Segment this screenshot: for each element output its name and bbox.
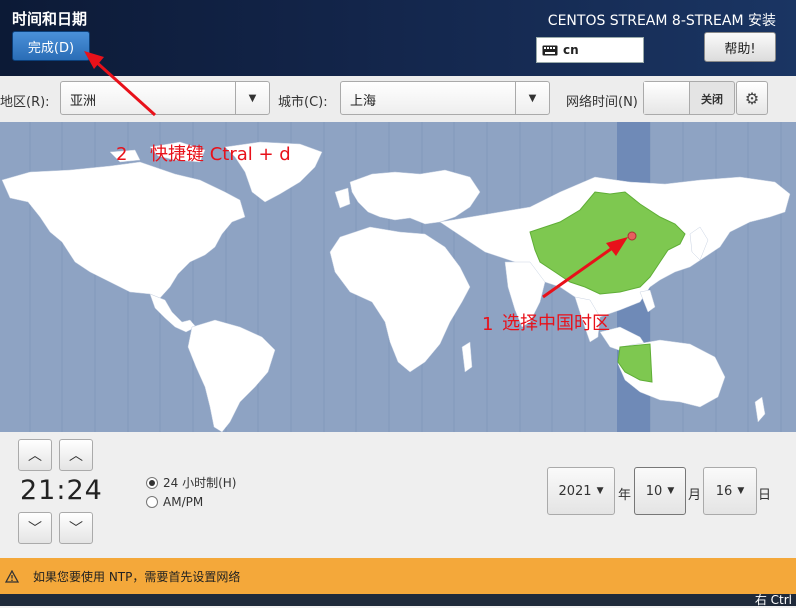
year-dropdown[interactable]: 2021 ▼: [547, 467, 615, 515]
month-unit: 月: [688, 488, 702, 503]
caret-down-icon: ▼: [737, 486, 745, 496]
warning-text: 如果您要使用 NTP，需要首先设置网络: [33, 569, 241, 584]
chevron-up-icon: ︿: [28, 448, 42, 464]
format-ampm-label: AM/PM: [163, 495, 204, 509]
chevron-down-icon: ﹀: [28, 521, 42, 537]
time-display: 21:24: [20, 475, 103, 506]
timezone-map[interactable]: 1 选择中国时区 2 快捷键 Ctral + d: [0, 122, 796, 432]
chevron-down-icon: ﹀: [69, 521, 83, 537]
format-24h-label: 24 小时制(H): [163, 476, 237, 490]
caret-down-icon: ▼: [667, 486, 675, 496]
year-value: 2021: [558, 483, 592, 499]
vm-statusbar: 右 Ctrl: [0, 593, 796, 607]
radio-selected-dot: [149, 479, 155, 486]
annotation-text-2: 快捷键 Ctral + d: [150, 144, 291, 165]
annotation-number-1: 1: [482, 314, 494, 335]
annotation-arrows: [542, 237, 628, 299]
radio-button[interactable]: [146, 496, 158, 508]
month-dropdown[interactable]: 10 ▼: [634, 467, 686, 515]
host-key-label: 右 Ctrl: [754, 593, 792, 607]
time-date-panel: ︿ ︿ 21:24 ﹀ ﹀ 24 小时制(H) AM/PM 2021 ▼ 年 1…: [0, 432, 796, 558]
annotation-arrow-2: [84, 51, 157, 117]
annotation-number-2: 2: [116, 144, 128, 165]
day-unit: 日: [758, 488, 772, 503]
warning-icon: [5, 569, 19, 583]
month-value: 10: [645, 483, 663, 499]
format-24h-radio[interactable]: 24 小时制(H): [146, 474, 236, 491]
warning-bar: 如果您要使用 NTP，需要首先设置网络: [0, 558, 796, 594]
radio-button[interactable]: [146, 476, 158, 489]
chevron-up-icon: ︿: [69, 448, 83, 464]
year-unit: 年: [618, 488, 632, 503]
hour-down-button[interactable]: ﹀: [18, 512, 52, 544]
minute-up-button[interactable]: ︿: [59, 439, 93, 471]
caret-down-icon: ▼: [596, 486, 604, 496]
annotation-text-1: 选择中国时区: [502, 313, 610, 334]
minute-down-button[interactable]: ﹀: [59, 512, 93, 544]
format-ampm-radio[interactable]: AM/PM: [146, 495, 203, 509]
day-value: 16: [715, 483, 733, 499]
day-dropdown[interactable]: 16 ▼: [703, 467, 757, 515]
hour-up-button[interactable]: ︿: [18, 439, 52, 471]
